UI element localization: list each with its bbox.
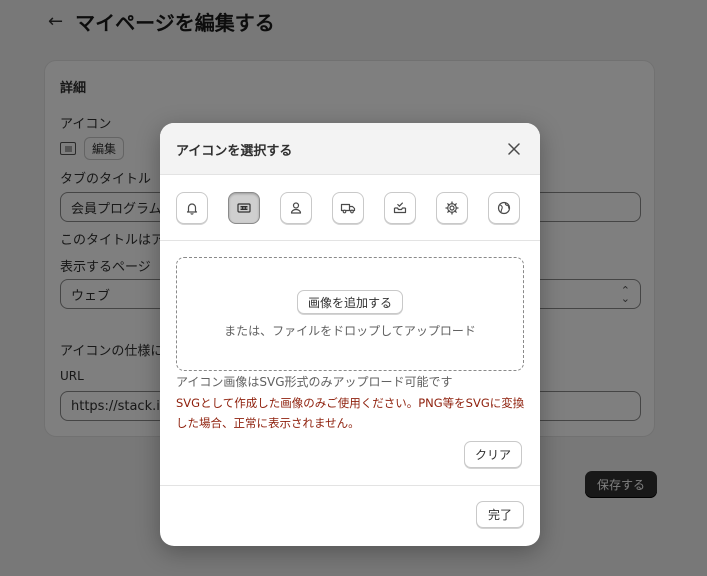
drop-text: または、ファイルをドロップしてアップロード	[224, 324, 476, 338]
modal-title: アイコンを選択する	[176, 144, 293, 159]
close-icon[interactable]	[502, 137, 526, 161]
ticket-icon[interactable]	[228, 192, 260, 224]
select-icon-modal: アイコンを選択する 画像を追加する または、ファイルをドロップしてアップロード …	[160, 123, 540, 546]
clear-button[interactable]: クリア	[464, 441, 523, 468]
add-image-button[interactable]: 画像を追加する	[297, 290, 404, 314]
done-button[interactable]: 完了	[476, 501, 525, 528]
person-icon[interactable]	[280, 192, 312, 224]
bell-icon[interactable]	[176, 192, 208, 224]
truck-icon[interactable]	[332, 192, 364, 224]
divider	[160, 240, 540, 241]
svg-warning-text: SVGとして作成した画像のみご使用ください。PNG等をSVGに変換した場合、正常…	[176, 396, 525, 430]
image-dropzone[interactable]: 画像を追加する または、ファイルをドロップしてアップロード	[176, 257, 524, 371]
svg-help-text: アイコン画像はSVG形式のみアップロード可能です	[176, 375, 453, 389]
icon-options	[176, 192, 524, 224]
modal-header: アイコンを選択する	[160, 123, 540, 175]
inbox-check-icon[interactable]	[384, 192, 416, 224]
gear-icon[interactable]	[436, 192, 468, 224]
footer-divider	[160, 485, 540, 486]
globe-icon[interactable]	[488, 192, 520, 224]
